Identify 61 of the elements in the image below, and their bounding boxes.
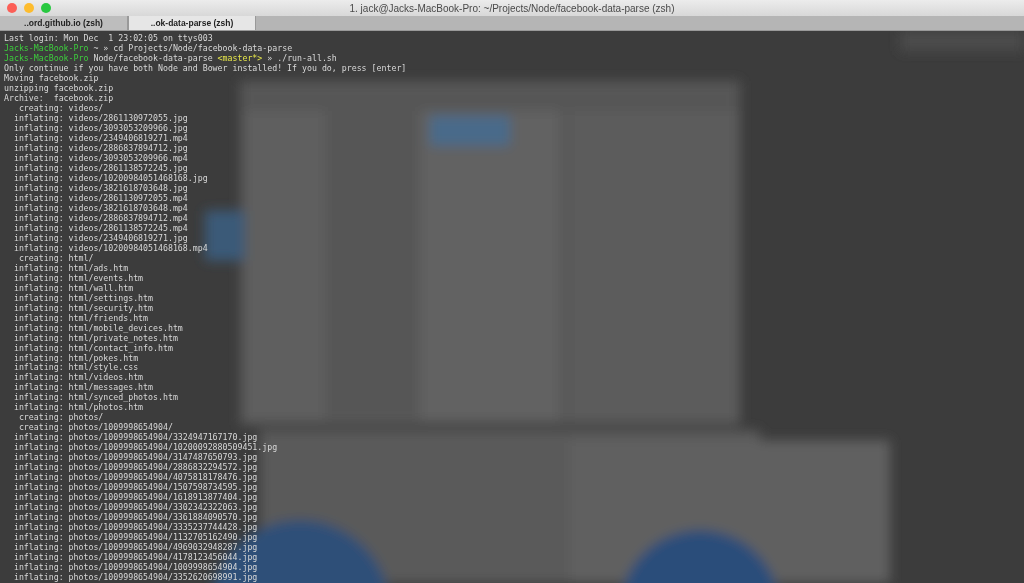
terminal-line: inflating: photos/1009998654904/3324947167170.jpg [12, 432, 258, 443]
terminal-line: inflating: html/private_notes.htm [12, 332, 178, 343]
terminal-line: Jacks-MacBook-Pro Node/facebook-data-parse <master*> » ./run-all.sh [4, 52, 337, 63]
terminal-line: inflating: videos/10200984051468168.mp4 [12, 242, 208, 253]
terminal-line: inflating: photos/1009998654904/2886832294572.jpg [12, 462, 258, 473]
terminal-line: inflating: html/wall.htm [12, 282, 134, 293]
terminal-line: inflating: html/synced_photos.htm [12, 392, 178, 403]
terminal-line: inflating: photos/1009998654904/3147487650793.jpg [12, 452, 258, 463]
terminal-line: inflating: photos/1009998654904/4075818178476.jpg [12, 472, 258, 483]
terminal-line: inflating: videos/2861130972055.mp4 [12, 192, 188, 203]
terminal-line: inflating: videos/2861130972055.jpg [12, 112, 188, 123]
tab[interactable]: ..ok-data-parse (zsh) [128, 16, 256, 30]
terminal-line: inflating: photos/1009998654904/3302342322063.jpg [12, 502, 258, 513]
terminal-line: inflating: photos/1009998654904/3335237744428.jpg [12, 522, 258, 533]
terminal-line: inflating: videos/2349406819271.jpg [12, 232, 188, 243]
terminal-line: inflating: html/events.htm [12, 272, 144, 283]
tab[interactable]: ..ord.github.io (zsh) [0, 16, 128, 30]
terminal-line: inflating: videos/2861138572245.jpg [12, 162, 188, 173]
terminal-line: creating: html/ [18, 252, 94, 263]
close-button[interactable] [7, 3, 17, 13]
terminal-line: inflating: photos/1009998654904/1507598734595.jpg [12, 482, 258, 493]
terminal-line: inflating: videos/10200984051468168.jpg [12, 172, 208, 183]
terminal-line: unzipping facebook.zip [4, 82, 114, 93]
terminal-line: Last login: Mon Dec 1 23:02:05 on ttys003 [4, 33, 213, 43]
terminal-line: inflating: photos/1009998654904/4969032948287.jpg [12, 542, 258, 553]
terminal-line: Archive: facebook.zip [4, 92, 114, 103]
terminal-line: inflating: html/videos.htm [12, 372, 144, 383]
terminal-line: inflating: photos/1009998654904/3361884090570.jpg [12, 512, 258, 523]
minimize-button[interactable] [24, 3, 34, 13]
terminal-line: inflating: html/settings.htm [12, 292, 153, 303]
terminal-line: inflating: videos/2886837894712.jpg [12, 142, 188, 153]
terminal-line: inflating: html/contact_info.htm [12, 342, 173, 353]
zoom-button[interactable] [41, 3, 51, 13]
terminal-line: creating: videos/ [17, 102, 104, 113]
terminal-line: inflating: photos/1009998654904/4178123456044.jpg [12, 552, 258, 563]
terminal-line: inflating: videos/2349406819271.mp4 [12, 132, 188, 143]
terminal-line: inflating: photos/1009998654904/1132705162490.jpg [12, 532, 258, 543]
terminal-line: inflating: photos/1009998654904/1618913877404.jpg [12, 492, 258, 503]
window-title: 1. jack@Jacks-MacBook-Pro: ~/Projects/Node/facebook-data-parse (zsh) [349, 2, 675, 14]
terminal-line: creating: photos/1009998654904/ [18, 422, 173, 433]
terminal-line: inflating: html/photos.htm [12, 402, 144, 413]
terminal-line: inflating: html/security.htm [12, 302, 153, 313]
terminal-line: inflating: photos/1009998654904/10200092880509451.jpg [12, 442, 278, 453]
terminal-line: inflating: videos/3821618703648.mp4 [12, 202, 188, 213]
terminal-line: inflating: html/messages.htm [12, 382, 153, 393]
terminal-line: inflating: html/ads.htm [12, 262, 129, 273]
terminal-line: inflating: videos/3093053209966.jpg [12, 122, 188, 133]
terminal-line: inflating: videos/3093053209966.mp4 [12, 152, 188, 163]
terminal-line: Moving facebook.zip [4, 72, 99, 83]
terminal-line: Jacks-MacBook-Pro ~ » cd Projects/Node/facebook-data-parse [4, 43, 293, 53]
terminal-line: Only continue if you have both Node and Bower installed! If you do, press [enter] [4, 62, 407, 73]
terminal-line: inflating: photos/1009998654904/1009998654904.jpg [12, 562, 258, 573]
terminal-line: inflating: videos/3821618703648.jpg [12, 182, 188, 193]
terminal-line: inflating: videos/2861138572245.mp4 [12, 222, 188, 233]
terminal-line: inflating: html/style.css [12, 362, 139, 373]
terminal-line: inflating: videos/2886837894712.mp4 [12, 212, 188, 223]
terminal-line: inflating: html/friends.htm [12, 312, 149, 323]
terminal-line: inflating: html/mobile_devices.htm [12, 322, 183, 333]
terminal-line: inflating: html/pokes.htm [12, 352, 139, 363]
terminal-line: inflating: photos/1009998654904/3352620698991.jpg [12, 572, 258, 583]
terminal-line: creating: photos/ [18, 412, 104, 423]
